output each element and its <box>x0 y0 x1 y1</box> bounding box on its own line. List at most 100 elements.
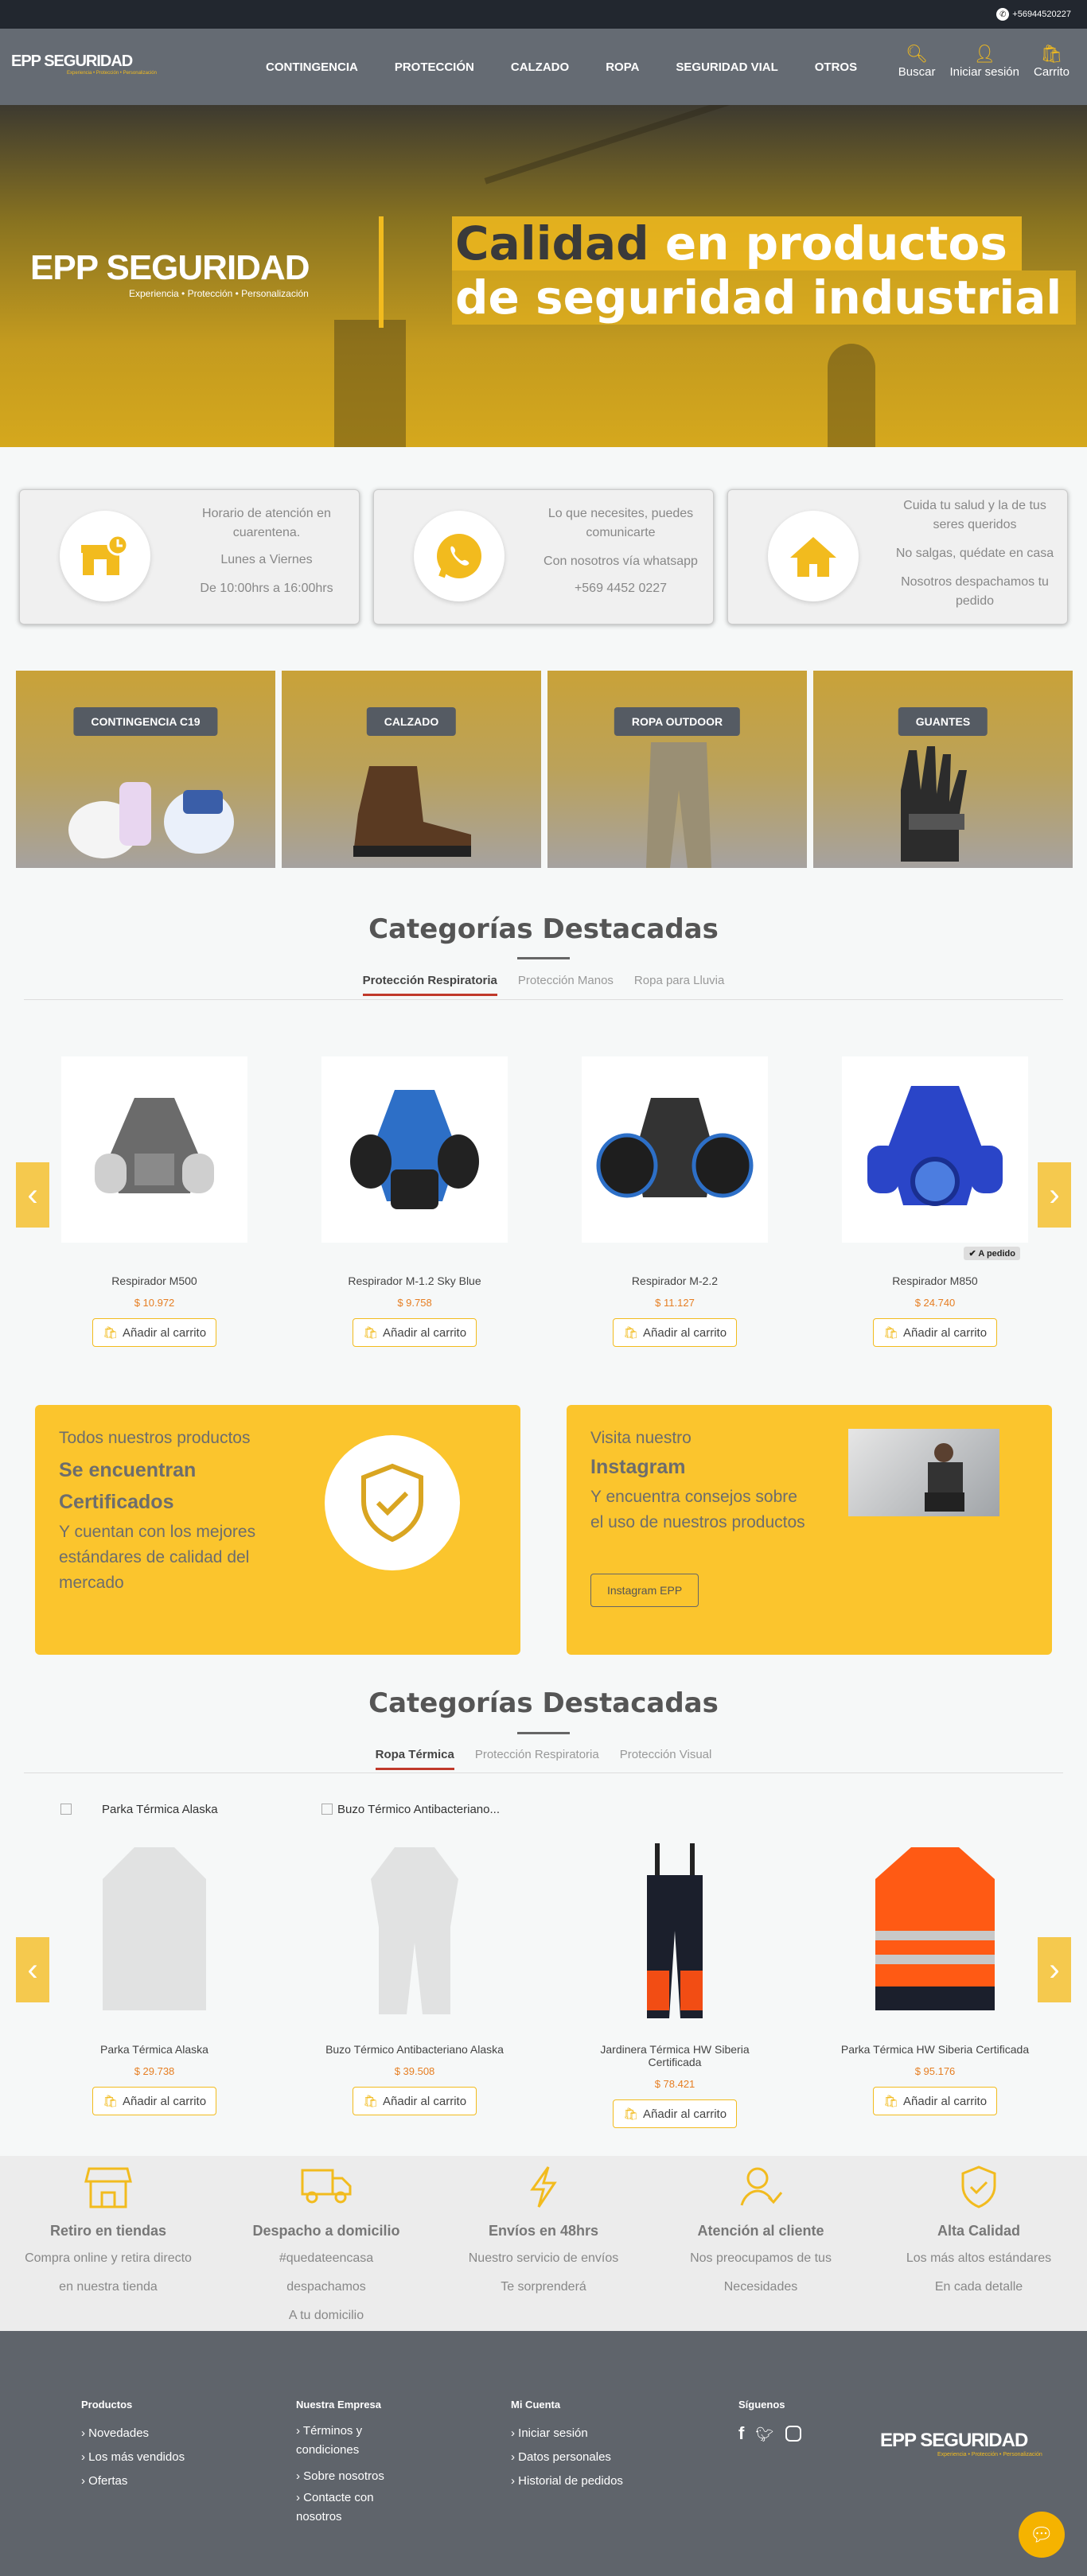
divider <box>24 1772 1063 1773</box>
nav-item-otros[interactable]: OTROS <box>815 60 857 74</box>
footer-link-ofertas[interactable]: Ofertas <box>81 2469 240 2493</box>
carousel-next-button[interactable]: › <box>1038 1162 1071 1228</box>
promo-instagram-line-2: Instagram <box>590 1456 686 1478</box>
product-image[interactable]: ✔ A pedido <box>842 1056 1028 1260</box>
nav-item-seguridad-vial[interactable]: SEGURIDAD VIAL <box>676 60 777 74</box>
product-name[interactable]: Jardinera Térmica HW Siberia Certificada <box>579 2043 770 2068</box>
whatsapp-contact[interactable]: ✆ +56944520227 <box>996 8 1071 21</box>
product-name[interactable]: Respirador M850 <box>840 1274 1031 1287</box>
add-to-cart-button[interactable]: 🛍︎ Añadir al carrito <box>872 1318 998 1347</box>
tab-proteccion-respiratoria[interactable]: Protección Respiratoria <box>475 1748 599 1770</box>
mask-thermometer-image <box>68 782 234 858</box>
product-name[interactable]: Parka Térmica HW Siberia Certificada <box>840 2043 1031 2056</box>
footer-col-productos: Productos Novedades Los más vendidos Ofe… <box>81 2393 240 2493</box>
product-image[interactable] <box>61 1838 247 2024</box>
search-icon: 🔍︎ <box>906 44 929 64</box>
footer-link-datos-personales[interactable]: Datos personales <box>511 2446 670 2469</box>
add-to-cart-button[interactable]: 🛍︎ Añadir al carrito <box>872 2087 998 2115</box>
footer-heading: Productos <box>81 2399 133 2411</box>
category-tile-guantes[interactable]: GUANTES <box>813 671 1073 868</box>
nav-item-calzado[interactable]: CALZADO <box>511 60 569 74</box>
feature-desc-line-2: Te sorprenderá <box>501 2280 586 2294</box>
tab-proteccion-visual[interactable]: Protección Visual <box>620 1748 712 1770</box>
product-card[interactable]: Respirador M-2.2 $ 11.127 🛍︎ Añadir al ca… <box>579 1056 770 1347</box>
footer-logo[interactable]: EPP SEGURIDAD Experiencia • Protección •… <box>880 2430 1042 2457</box>
add-to-cart-button[interactable]: 🛍︎ Añadir al carrito <box>612 1318 738 1347</box>
carousel-prev-button[interactable]: ‹ <box>16 1937 49 2002</box>
footer-link-novedades[interactable]: Novedades <box>81 2422 240 2446</box>
product-image[interactable] <box>321 1838 508 2024</box>
instagram-icon[interactable] <box>785 2426 801 2442</box>
product-image[interactable] <box>321 1056 508 1243</box>
product-card[interactable]: Parka Térmica Alaska $ 29.738 🛍︎ Añadir a… <box>59 1838 250 2115</box>
add-to-cart-button[interactable]: 🛍︎ Añadir al carrito <box>92 1318 217 1347</box>
add-to-cart-button[interactable]: 🛍︎ Añadir al carrito <box>92 2087 217 2115</box>
login-button[interactable]: 👤︎ Iniciar sesión <box>949 43 1019 79</box>
instagram-button[interactable]: Instagram EPP <box>590 1574 699 1607</box>
product-image[interactable] <box>61 1056 247 1243</box>
product-name[interactable]: Respirador M-2.2 <box>579 1274 770 1287</box>
carousel-prev-button[interactable]: ‹ <box>16 1162 49 1228</box>
tab-proteccion-respiratoria[interactable]: Protección Respiratoria <box>362 974 497 996</box>
footer-link-terminos[interactable]: Términos y condiciones <box>296 2422 392 2460</box>
facebook-icon[interactable]: f <box>738 2423 744 2443</box>
product-name[interactable]: Respirador M-1.2 Sky Blue <box>319 1274 510 1287</box>
feature-envios: Envíos en 48hrs Nuestro servicio de enví… <box>456 2165 631 2302</box>
support-icon <box>673 2165 848 2213</box>
product-name[interactable]: Parka Térmica Alaska <box>59 2043 250 2056</box>
carousel-next-button[interactable]: › <box>1038 1937 1071 2002</box>
add-to-cart-button[interactable]: 🛍︎ Añadir al carrito <box>612 2099 738 2128</box>
add-to-cart-button[interactable]: 🛍︎ Añadir al carrito <box>352 2087 477 2115</box>
nav-item-contingencia[interactable]: CONTINGENCIA <box>266 60 358 74</box>
product-price: $ 95.176 <box>914 2065 956 2077</box>
add-to-cart-label: Añadir al carrito <box>123 2095 207 2108</box>
product-card[interactable]: Parka Térmica HW Siberia Certificada $ 9… <box>840 1838 1031 2115</box>
product-image[interactable] <box>582 1838 768 2024</box>
twitter-icon[interactable]: 🐦︎ <box>756 2426 774 2442</box>
category-tile-contingencia[interactable]: CONTINGENCIA C19 <box>16 671 275 868</box>
header-logo[interactable]: EPP SEGURIDAD Experiencia • Protección •… <box>11 53 157 76</box>
footer-link-sobre-nosotros[interactable]: Sobre nosotros <box>296 2465 392 2488</box>
product-image[interactable] <box>582 1056 768 1243</box>
footer-link-contacto[interactable]: Contacte con nosotros <box>296 2488 392 2527</box>
product-card[interactable]: ✔ A pedido Respirador M850 $ 24.740 🛍︎ Añ… <box>840 1056 1031 1347</box>
feature-despacho: Despacho a domicilio #quedateencasa desp… <box>239 2165 414 2330</box>
footer-logo-tagline: Experiencia • Protección • Personalizaci… <box>937 2452 1042 2457</box>
product-name[interactable]: Respirador M500 <box>59 1274 250 1287</box>
product-card[interactable]: Buzo Térmico Antibacteriano Alaska $ 39.… <box>319 1838 510 2115</box>
product-card[interactable]: Respirador M500 $ 10.972 🛍︎ Añadir al car… <box>59 1056 250 1347</box>
footer-link-mas-vendidos[interactable]: Los más vendidos <box>81 2446 240 2469</box>
tab-ropa-lluvia[interactable]: Ropa para Lluvia <box>634 974 724 996</box>
footer-link-historial[interactable]: Historial de pedidos <box>511 2469 670 2493</box>
nav-item-proteccion[interactable]: PROTECCIÓN <box>395 60 474 74</box>
product-name[interactable]: Buzo Térmico Antibacteriano Alaska <box>319 2043 510 2056</box>
category-tile-ropa-outdoor[interactable]: ROPA OUTDOOR <box>547 671 807 868</box>
search-button[interactable]: 🔍︎ Buscar <box>898 43 936 79</box>
main-nav: CONTINGENCIA PROTECCIÓN CALZADO ROPA SEG… <box>266 60 894 74</box>
tab-ropa-termica[interactable]: Ropa Térmica <box>375 1748 454 1770</box>
add-to-cart-button[interactable]: 🛍︎ Añadir al carrito <box>352 1318 477 1347</box>
hero-headline-rest: en productos <box>649 216 1007 270</box>
feature-desc-line-1: Nuestro servicio de envíos <box>468 2251 619 2265</box>
pants-image <box>646 742 711 868</box>
cart-button[interactable]: 🛍︎ Carrito <box>1034 43 1069 79</box>
product-image[interactable] <box>842 1838 1028 2024</box>
product-price: $ 9.758 <box>397 1297 432 1309</box>
nav-item-ropa[interactable]: ROPA <box>606 60 639 74</box>
product-card[interactable]: Respirador M-1.2 Sky Blue $ 9.758 🛍︎ Añad… <box>319 1056 510 1347</box>
tab-proteccion-manos[interactable]: Protección Manos <box>518 974 614 996</box>
hero-headline-2: de seguridad industrial <box>452 270 1077 325</box>
featured-tabs-2: Ropa Térmica Protección Respiratoria Pro… <box>0 1748 1087 1770</box>
feature-desc-line-2: En cada detalle <box>934 2280 1023 2294</box>
chat-button[interactable]: 💬︎ <box>1019 2512 1065 2558</box>
info-box-whatsapp[interactable]: Lo que necesites, puedes comunicarte Con… <box>373 489 714 625</box>
footer-link-iniciar-sesion[interactable]: Iniciar sesión <box>511 2422 670 2446</box>
info-hours-text: Horario de atención en cuarentena. Lunes… <box>187 504 346 598</box>
instagram-preview-image[interactable] <box>848 1429 999 1516</box>
feature-title: Retiro en tiendas <box>49 2223 167 2239</box>
hero-banner[interactable]: EPP SEGURIDAD Experiencia • Protección •… <box>0 105 1087 447</box>
worker-silhouette <box>828 344 875 447</box>
product-card[interactable]: Jardinera Térmica HW Siberia Certificada… <box>579 1838 770 2128</box>
loading-label: Parka Térmica Alaska <box>60 1803 218 1816</box>
category-tile-calzado[interactable]: CALZADO <box>282 671 541 868</box>
